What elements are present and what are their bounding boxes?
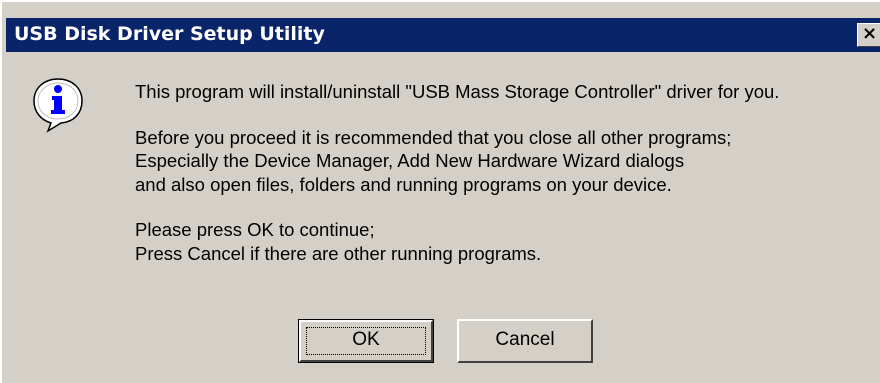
ok-button[interactable]: OK	[298, 319, 434, 363]
message-line: This program will install/uninstall "USB…	[135, 81, 780, 102]
message-line: Please press OK to continue;	[135, 219, 375, 240]
message-text: This program will install/uninstall "USB…	[135, 80, 779, 265]
close-icon: ×	[861, 23, 878, 44]
window-title: USB Disk Driver Setup Utility	[14, 23, 325, 45]
close-button[interactable]: ×	[857, 23, 880, 47]
message-line: and also open files, folders and running…	[135, 173, 672, 195]
info-icon	[33, 78, 83, 133]
message-line: Before you proceed it is recommended tha…	[135, 126, 732, 148]
cancel-button[interactable]: Cancel	[457, 319, 593, 363]
message-line: Especially the Device Manager, Add New H…	[135, 150, 685, 171]
setup-dialog: USB Disk Driver Setup Utility × This pro…	[0, 0, 880, 383]
title-bar[interactable]: USB Disk Driver Setup Utility ×	[6, 18, 880, 52]
ok-button-label: OK	[352, 329, 380, 350]
message-line: Press Cancel if there are other running …	[135, 242, 542, 264]
